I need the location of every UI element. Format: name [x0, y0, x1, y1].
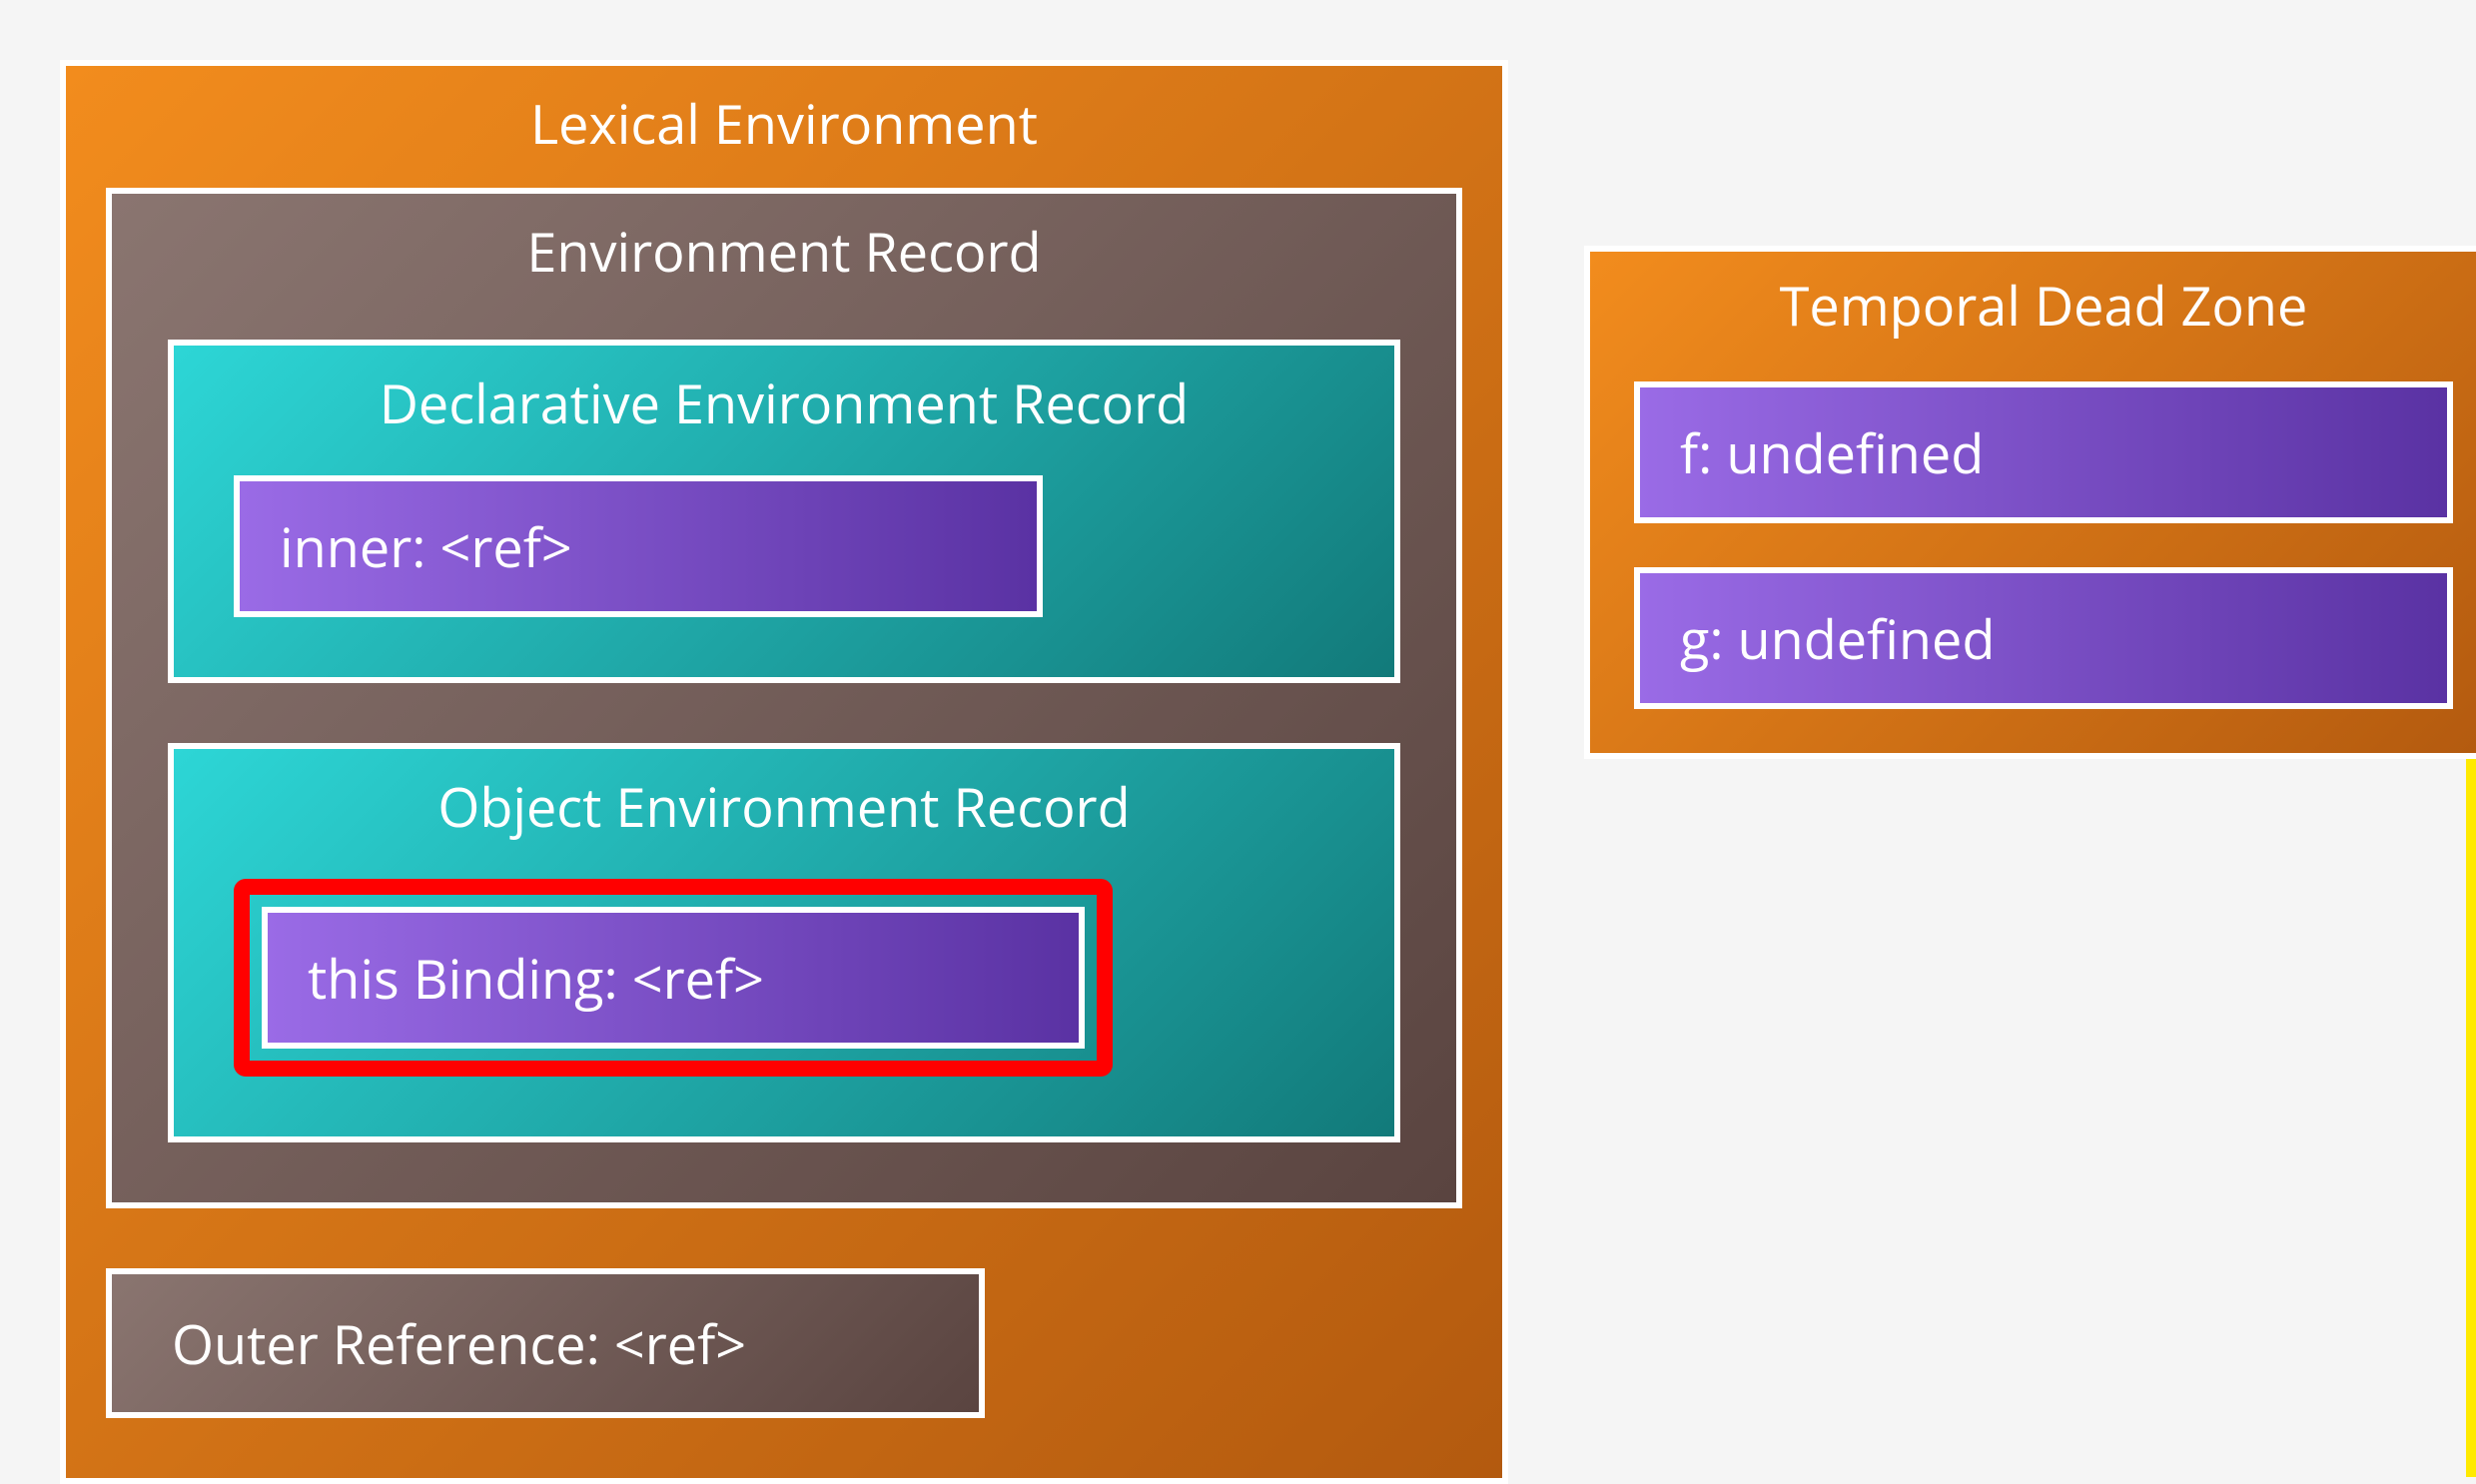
diagram-canvas: Lexical Environment Environment Record D…	[0, 0, 2476, 1477]
this-binding-highlight: this Binding: <ref>	[234, 879, 1113, 1077]
object-environment-record-title: Object Environment Record	[234, 761, 1334, 879]
declarative-environment-record-title: Declarative Environment Record	[234, 358, 1334, 475]
object-environment-record-box: Object Environment Record this Binding: …	[168, 743, 1400, 1142]
outer-reference-box: Outer Reference: <ref>	[106, 1268, 985, 1418]
tdz-entry-g: g: undefined	[1634, 567, 2453, 709]
binding-entry-this: this Binding: <ref>	[262, 907, 1085, 1049]
binding-entry-inner: inner: <ref>	[234, 475, 1043, 617]
lexical-environment-title: Lexical Environment	[106, 78, 1462, 188]
declarative-environment-record-box: Declarative Environment Record inner: <r…	[168, 340, 1400, 683]
tdz-entry-f: f: undefined	[1634, 381, 2453, 523]
environment-record-box: Environment Record Declarative Environme…	[106, 188, 1462, 1208]
temporal-dead-zone-box: Temporal Dead Zone f: undefined g: undef…	[1584, 246, 2476, 759]
environment-record-title: Environment Record	[168, 206, 1400, 316]
temporal-dead-zone-title: Temporal Dead Zone	[1634, 260, 2453, 358]
lexical-environment-box: Lexical Environment Environment Record D…	[60, 60, 1508, 1484]
